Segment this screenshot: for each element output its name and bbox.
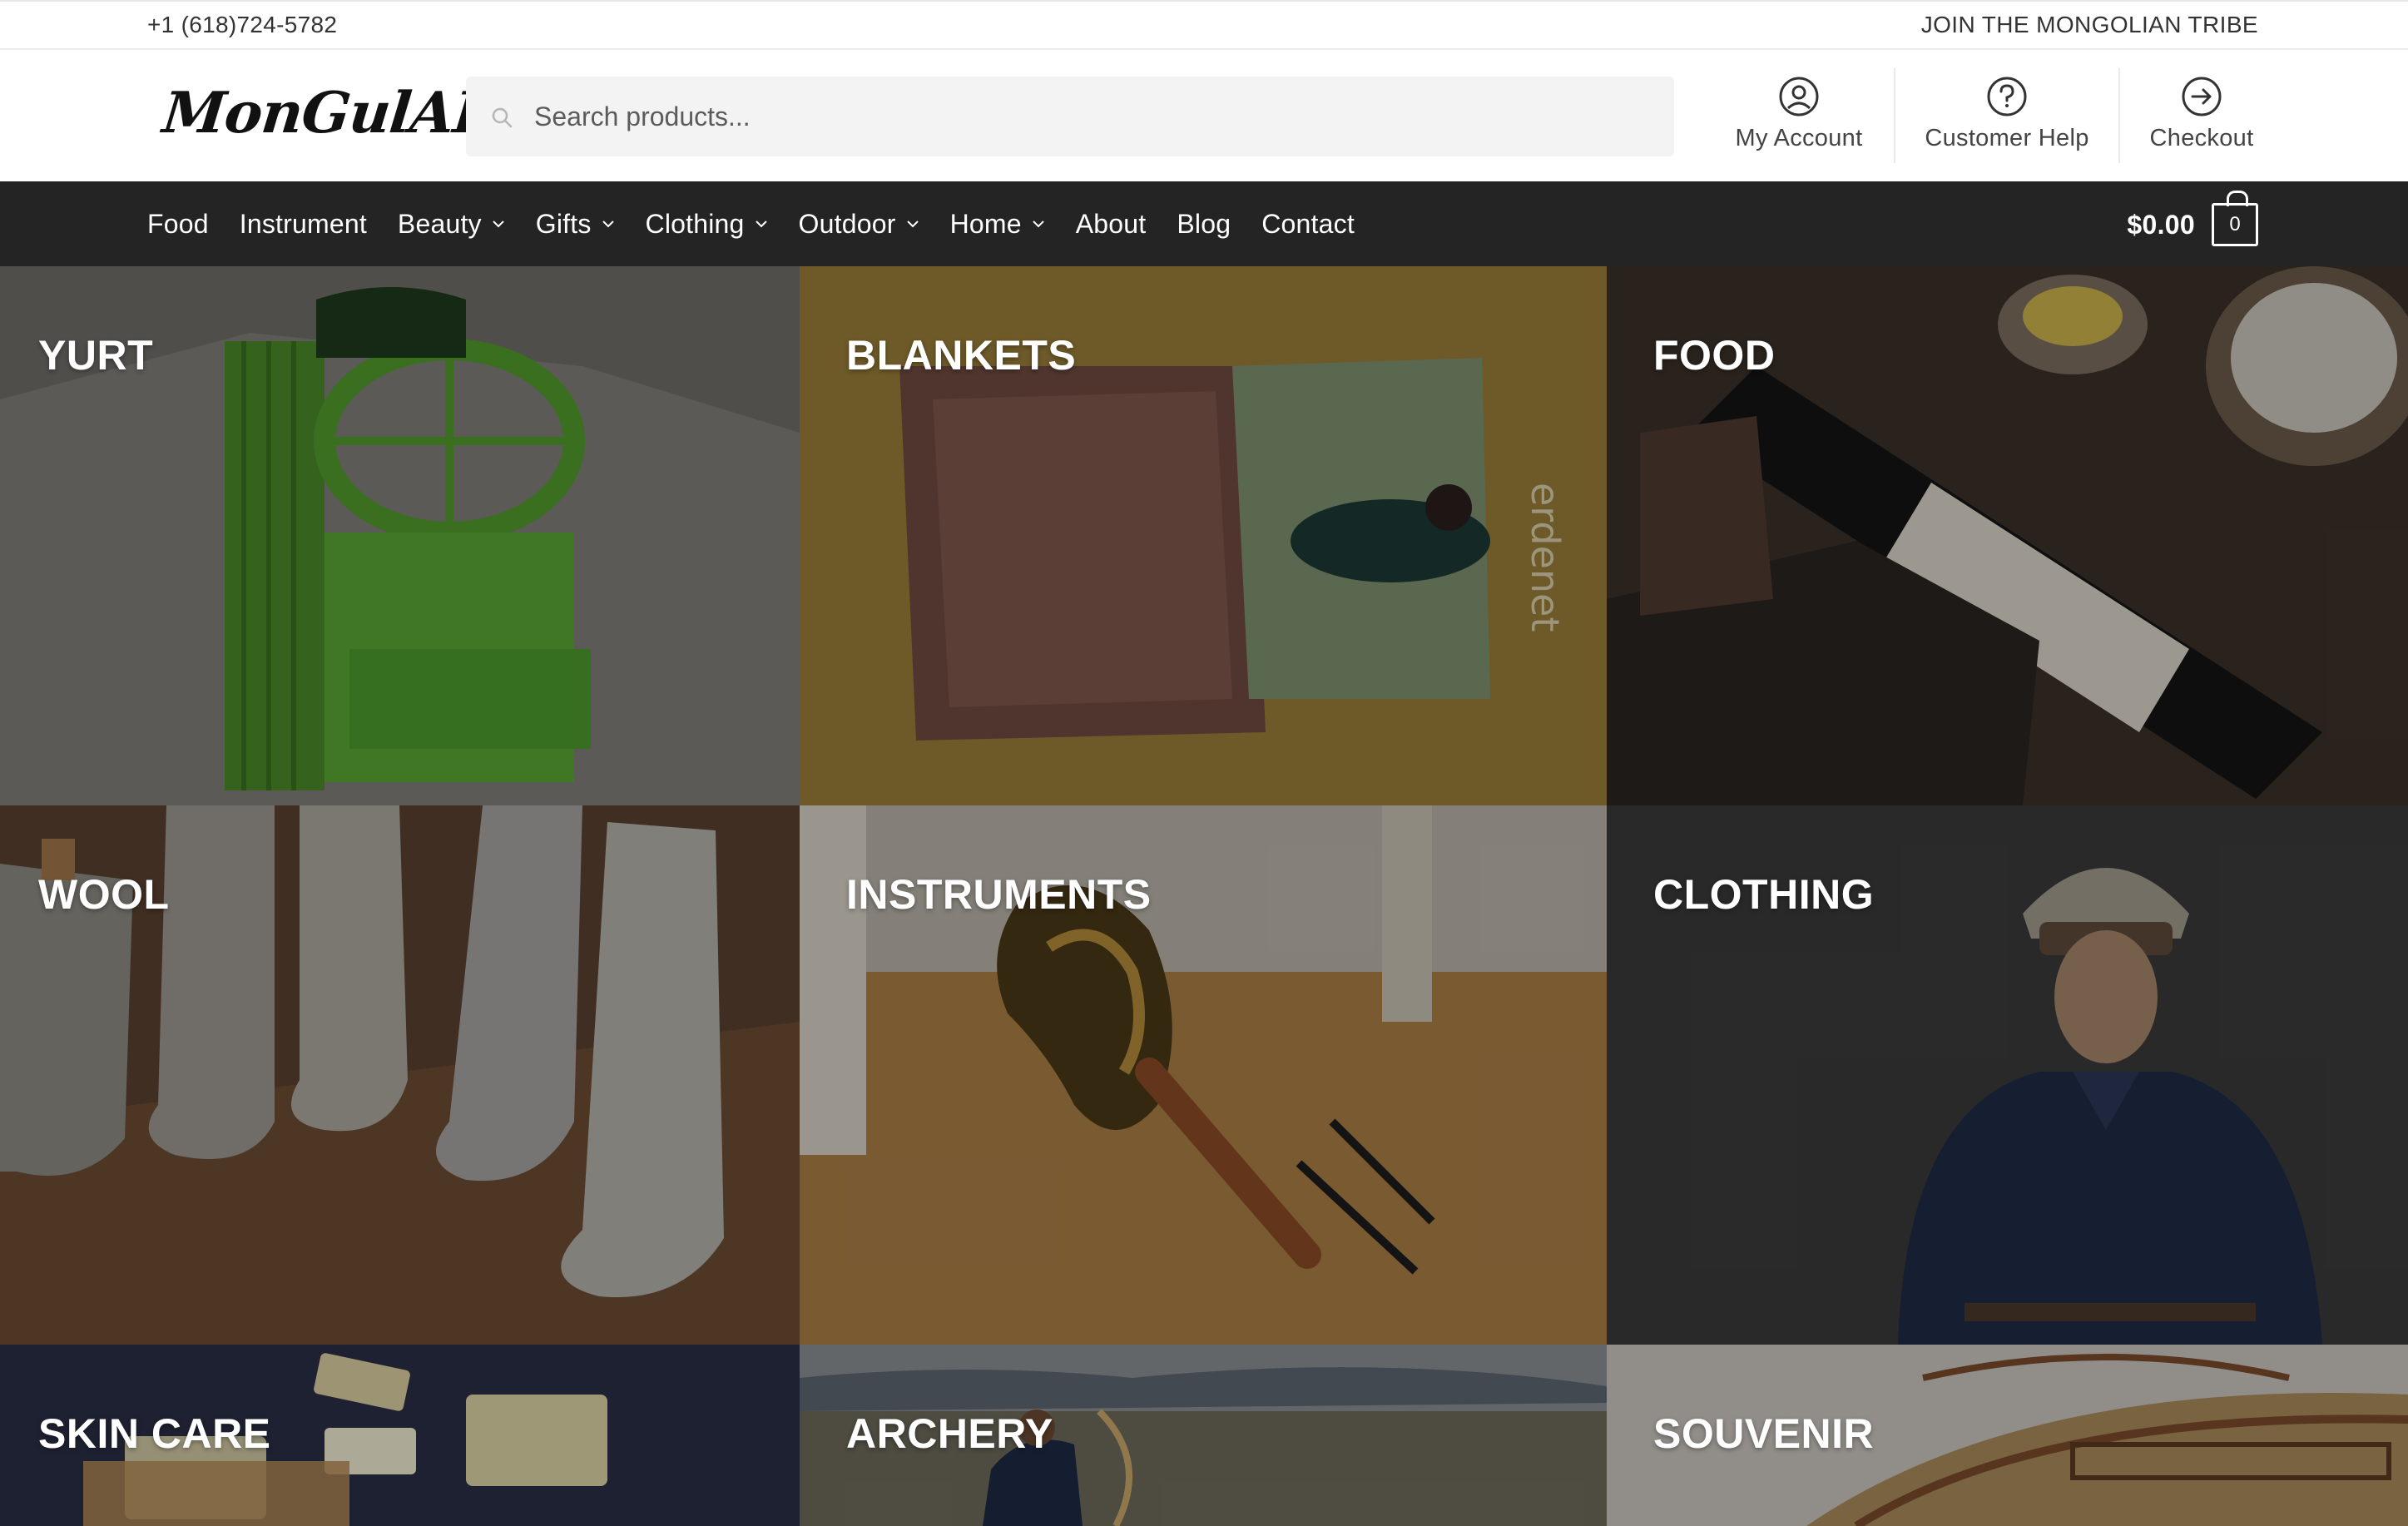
category-title: INSTRUMENTS — [846, 871, 1152, 918]
category-title: ARCHERY — [846, 1410, 1053, 1457]
nav-item-outdoor[interactable]: Outdoor — [799, 209, 919, 240]
customer-help-label: Customer Help — [1925, 125, 2089, 151]
cart-count: 0 — [2229, 213, 2241, 235]
chevron-down-icon — [1033, 220, 1044, 228]
category-tile-archery[interactable]: ARCHERY — [800, 1345, 1607, 1526]
site-logo[interactable]: MonGulAI — [160, 80, 483, 146]
arrow-circle-right-icon — [2182, 77, 2222, 116]
checkout-label: Checkout — [2149, 125, 2254, 151]
nav-item-beauty[interactable]: Beauty — [398, 209, 505, 240]
my-account-label: My Account — [1735, 125, 1863, 151]
search-bar — [466, 77, 1674, 156]
category-title: SOUVENIR — [1653, 1410, 1875, 1457]
search-input[interactable] — [534, 77, 1649, 156]
chevron-down-icon — [906, 220, 919, 228]
cart-bag-icon: 0 — [2212, 191, 2258, 246]
site-header: MonGulAI My Account Customer Help C — [0, 50, 2408, 181]
nav-item-label: Home — [949, 208, 1022, 239]
category-grid: YURT erdenet BLANKETS FOOD WOOL INSTRUME… — [0, 266, 2408, 1526]
category-tile-yurt[interactable]: YURT — [0, 266, 800, 805]
nav-item-label: Outdoor — [798, 208, 896, 239]
chevron-down-icon — [755, 220, 767, 228]
question-circle-icon — [1987, 77, 2027, 116]
category-title: CLOTHING — [1653, 871, 1875, 918]
nav-item-gifts[interactable]: Gifts — [536, 209, 615, 240]
category-tile-food[interactable]: FOOD — [1607, 266, 2408, 805]
header-divider — [1894, 68, 1895, 163]
main-navigation: Food Instrument Beauty Gifts Clothing Outdoor… — [0, 181, 2408, 266]
checkout-link[interactable]: Checkout — [2138, 75, 2265, 158]
nav-menu: Food Instrument Beauty Gifts Clothing Outdoor… — [147, 181, 1385, 266]
nav-item-blog[interactable]: Blog — [1177, 209, 1231, 240]
nav-item-label: Instrument — [239, 208, 367, 239]
nav-item-contact[interactable]: Contact — [1261, 209, 1355, 240]
category-title: FOOD — [1653, 332, 1776, 379]
nav-item-label: Clothing — [645, 208, 745, 239]
nav-item-label: Beauty — [397, 208, 482, 239]
search-icon — [492, 107, 513, 128]
nav-item-label: Gifts — [535, 208, 592, 239]
nav-item-instrument[interactable]: Instrument — [240, 209, 367, 240]
nav-item-label: Contact — [1261, 208, 1355, 239]
nav-item-label: Blog — [1177, 208, 1231, 239]
join-tribe-link[interactable]: JOIN THE MONGOLIAN TRIBE — [1921, 12, 2258, 38]
category-title: BLANKETS — [846, 332, 1077, 379]
my-account-link[interactable]: My Account — [1729, 75, 1869, 158]
customer-help-link[interactable]: Customer Help — [1919, 75, 2095, 158]
chevron-down-icon — [602, 220, 614, 228]
top-bar: +1 (618)724-5782 JOIN THE MONGOLIAN TRIB… — [0, 0, 2408, 50]
category-tile-souvenir[interactable]: SOUVENIR — [1607, 1345, 2408, 1526]
user-circle-icon — [1779, 77, 1819, 116]
nav-item-clothing[interactable]: Clothing — [646, 209, 768, 240]
category-tile-clothing[interactable]: CLOTHING — [1607, 805, 2408, 1345]
category-tile-wool[interactable]: WOOL — [0, 805, 800, 1345]
nav-item-food[interactable]: Food — [147, 209, 209, 240]
category-tile-skin-care[interactable]: SKIN CARE — [0, 1345, 800, 1526]
category-title: YURT — [38, 332, 154, 379]
cart-button[interactable]: $0.00 0 — [2127, 191, 2258, 248]
phone-number[interactable]: +1 (618)724-5782 — [147, 12, 337, 38]
nav-item-label: About — [1075, 208, 1147, 239]
nav-item-about[interactable]: About — [1076, 209, 1147, 240]
nav-item-label: Food — [147, 208, 209, 239]
category-title: WOOL — [38, 871, 170, 918]
chevron-down-icon — [493, 220, 504, 228]
category-tile-blankets[interactable]: erdenet BLANKETS — [800, 266, 1607, 805]
nav-item-home[interactable]: Home — [950, 209, 1045, 240]
header-divider — [2118, 68, 2120, 163]
cart-total: $0.00 — [2127, 209, 2195, 240]
category-tile-instruments[interactable]: INSTRUMENTS — [800, 805, 1607, 1345]
category-title: SKIN CARE — [38, 1410, 271, 1457]
